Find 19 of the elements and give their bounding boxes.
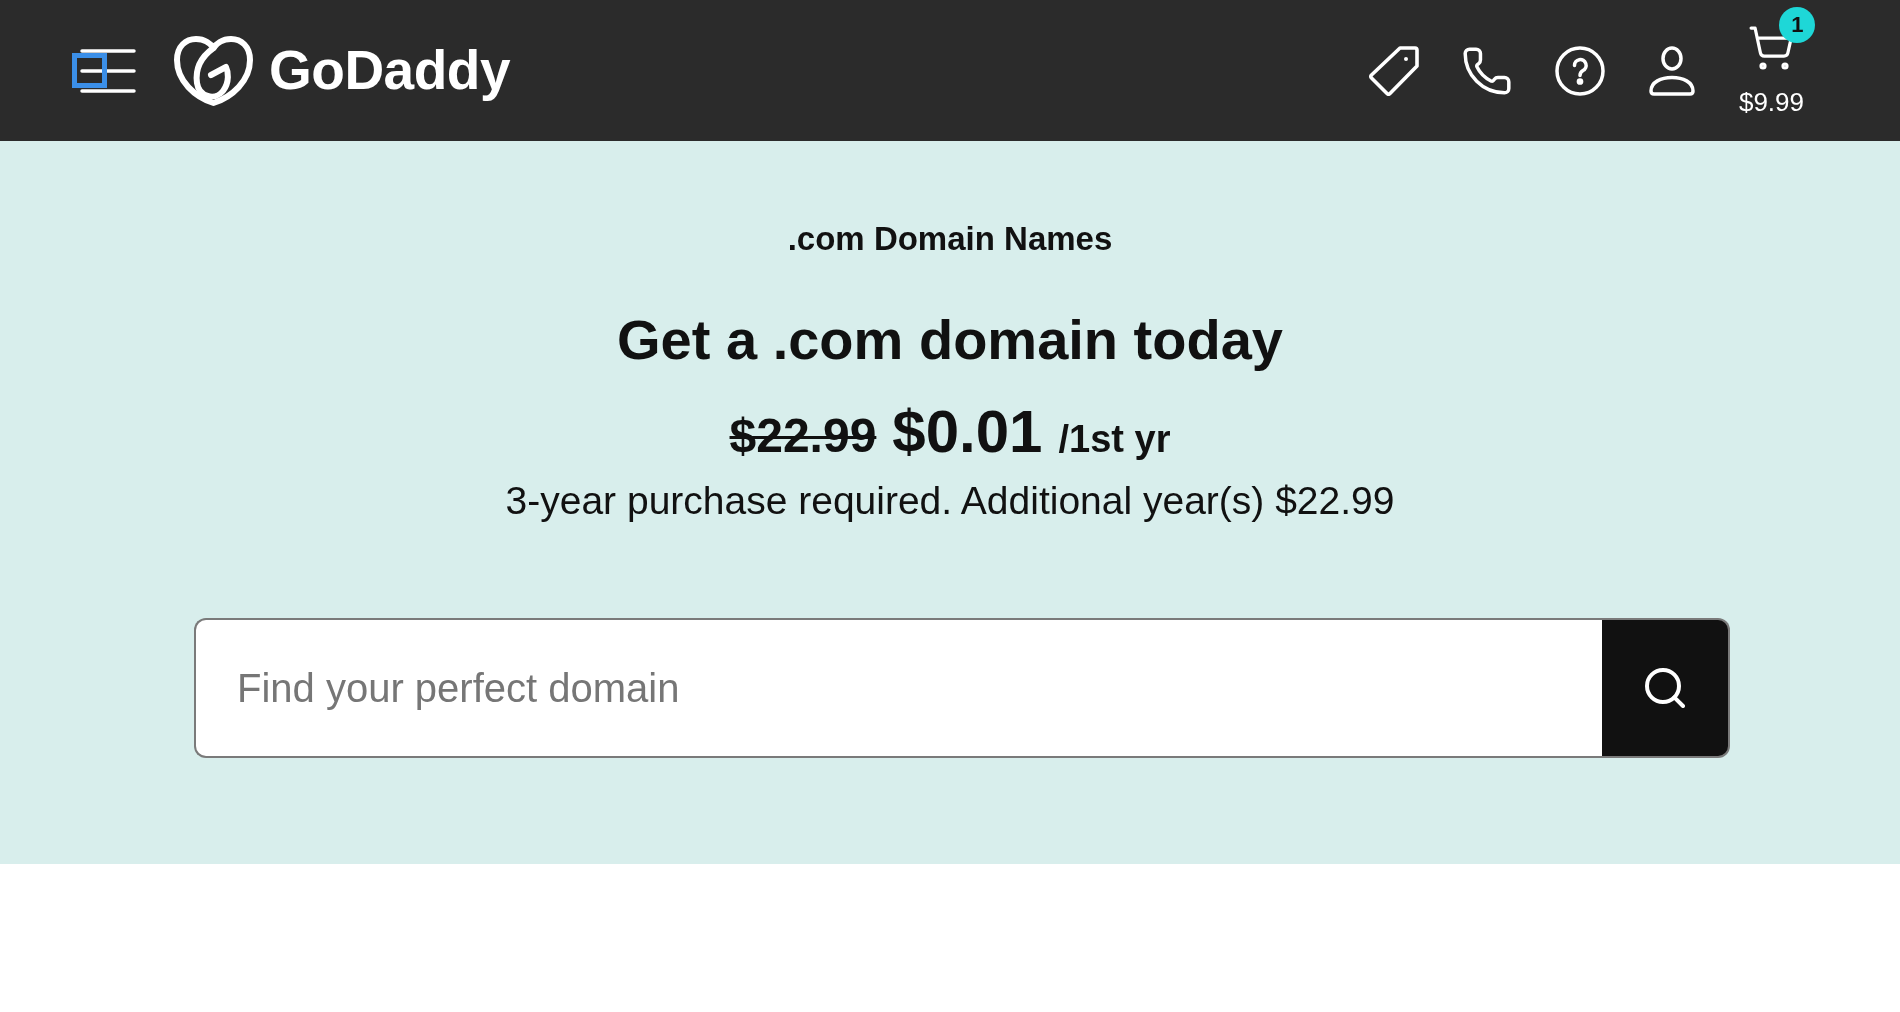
page-title: Get a .com domain today xyxy=(617,307,1283,373)
user-icon xyxy=(1648,45,1695,96)
menu-icon xyxy=(72,48,136,93)
phone-button[interactable] xyxy=(1462,46,1511,95)
price-term: /1st yr xyxy=(1058,417,1171,462)
account-button[interactable] xyxy=(1648,45,1695,96)
help-button[interactable] xyxy=(1554,45,1605,96)
help-icon xyxy=(1554,45,1605,96)
tag-icon xyxy=(1368,45,1419,96)
eyebrow-heading: .com Domain Names xyxy=(787,219,1113,259)
menu-button[interactable] xyxy=(72,48,136,93)
heart-logo-icon[interactable] xyxy=(173,34,254,107)
original-price: $22.99 xyxy=(729,408,877,464)
sale-price: $0.01 xyxy=(892,397,1043,467)
phone-icon xyxy=(1462,46,1511,95)
cart-icon xyxy=(1749,26,1794,70)
pricing-terms: 3-year purchase required. Additional year(s) $22.99 xyxy=(505,478,1395,524)
deals-button[interactable] xyxy=(1368,45,1419,96)
cart-count-badge: 1 xyxy=(1779,7,1816,43)
